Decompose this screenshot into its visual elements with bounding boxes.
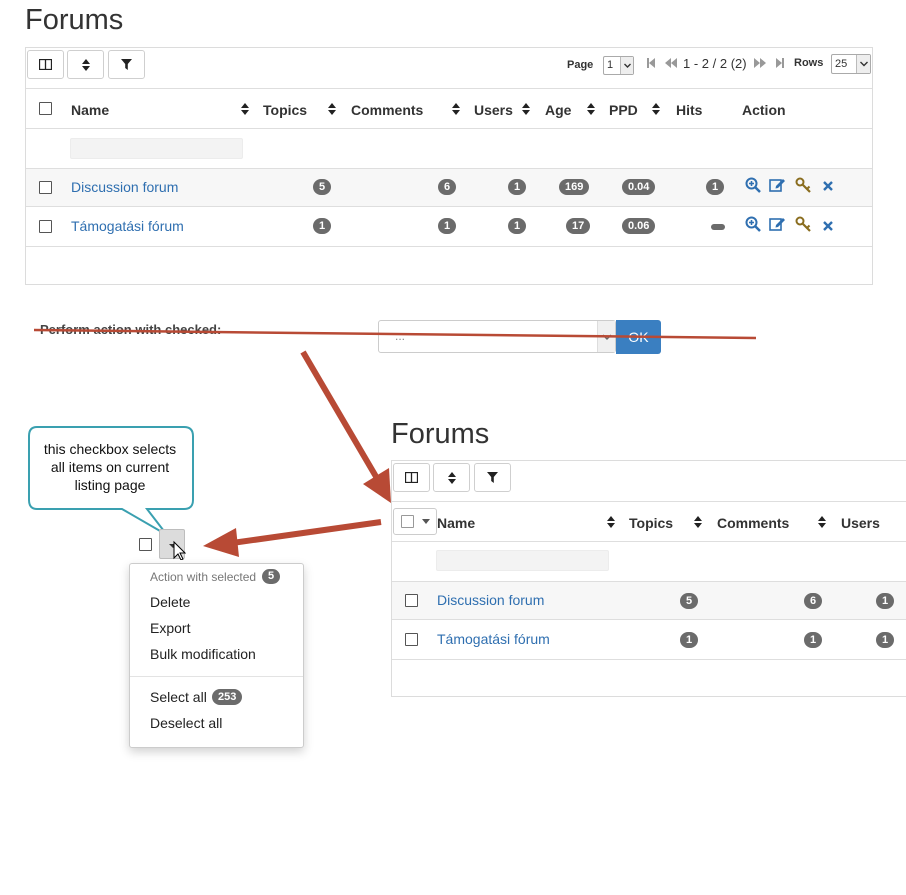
caret-down-icon (422, 519, 430, 524)
callout-text: this checkbox selects all items on curre… (29, 440, 191, 494)
columns-icon (405, 472, 418, 483)
selected-count-badge: 5 (262, 569, 280, 584)
menu-item-bulk-modification[interactable]: Bulk modification (150, 646, 256, 662)
sort-button[interactable] (433, 463, 470, 492)
menu-item-delete[interactable]: Delete (150, 594, 190, 610)
comments-badge: 1 (804, 632, 823, 648)
filter-icon (487, 472, 498, 483)
topics-badge: 1 (680, 632, 699, 648)
col-name[interactable]: Name (437, 515, 475, 531)
sort-icon[interactable] (818, 516, 826, 528)
select-page-checkbox[interactable] (401, 515, 414, 528)
users-badge: 1 (876, 632, 895, 648)
topics-badge: 5 (680, 593, 699, 609)
row-checkbox[interactable] (405, 633, 418, 646)
menu-item-export[interactable]: Export (150, 620, 190, 636)
callout-line: this checkbox selects (43, 441, 177, 457)
col-topics[interactable]: Topics (629, 515, 673, 531)
name-filter-input[interactable] (436, 550, 609, 571)
bulk-action-menu: Action with selected 5 Delete Export Bul… (129, 563, 304, 748)
sort-icon[interactable] (607, 516, 615, 528)
comments-badge: 6 (804, 593, 823, 609)
row-checkbox[interactable] (405, 594, 418, 607)
forum-link[interactable]: Discussion forum (437, 592, 544, 608)
select-dropdown-toggle[interactable] (159, 529, 187, 561)
forum-link[interactable]: Támogatási fórum (437, 631, 550, 647)
callout-line: all items on current (50, 459, 170, 475)
callout-line: listing page (74, 477, 146, 493)
select-all-count-badge: 253 (212, 689, 243, 705)
caret-down-icon (169, 540, 187, 561)
col-comments[interactable]: Comments (717, 515, 789, 531)
select-page-checkbox[interactable] (139, 538, 152, 551)
col-users[interactable]: Users (841, 515, 880, 531)
forums-table-panel-zoom: Name Topics Comments Users Discussion fo… (391, 460, 906, 697)
menu-item-deselect-all[interactable]: Deselect all (150, 715, 222, 731)
sort-icon[interactable] (694, 516, 702, 528)
sort-icon (447, 471, 456, 484)
filter-button[interactable] (474, 463, 511, 492)
page-title: Forums (391, 418, 490, 450)
menu-item-select-all[interactable]: Select all (150, 689, 207, 705)
select-dropdown[interactable] (393, 508, 437, 535)
users-badge: 1 (876, 593, 895, 609)
columns-button[interactable] (393, 463, 430, 492)
menu-header: Action with selected (150, 570, 257, 584)
